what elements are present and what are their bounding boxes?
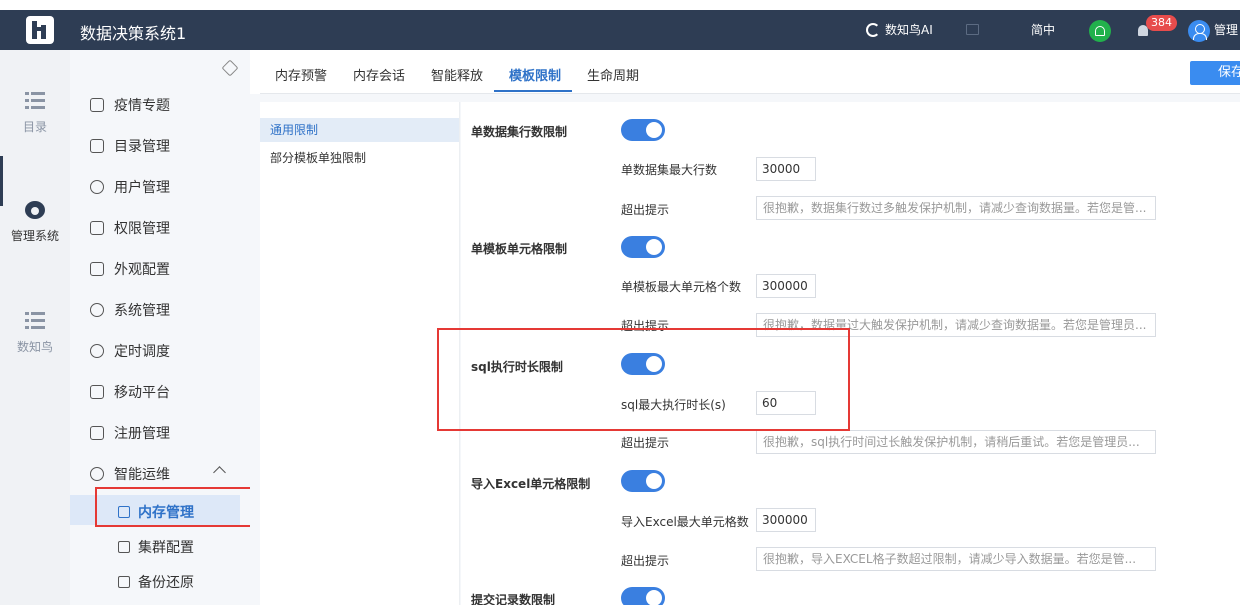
sub-item-label: 备份还原 <box>138 575 194 591</box>
section-title-submit-records: 提交记录数限制 <box>471 593 556 605</box>
sidebar-item-label: 智能运维 <box>114 467 170 483</box>
green-bell-icon[interactable] <box>1089 20 1111 42</box>
monitor-icon[interactable] <box>966 24 979 35</box>
highlight-box-sql <box>437 328 850 431</box>
sidebar-item-mobile[interactable]: 移动平台 <box>90 382 170 402</box>
badge-icon <box>90 98 104 112</box>
user-avatar-icon[interactable] <box>1188 20 1210 42</box>
user-icon <box>90 180 104 194</box>
sidebar-item-register[interactable]: 注册管理 <box>90 423 170 443</box>
sidebar-item-catalog[interactable]: 目录管理 <box>90 136 170 156</box>
sidebar-item-appearance[interactable]: 外观配置 <box>90 259 170 279</box>
catalog-icon <box>90 139 104 153</box>
overflow-msg-input-excel[interactable]: 很抱歉，导入EXCEL格子数超过限制，请减少导入数据量。若您是管... <box>756 547 1156 571</box>
sidebar-item-smart-ops[interactable]: 智能运维 <box>90 464 170 484</box>
register-icon <box>90 426 104 440</box>
field-label-overflow-msg: 超出提示 <box>621 436 670 450</box>
sidebar-item-label: 注册管理 <box>114 426 170 442</box>
toggle-dataset-rows[interactable] <box>621 119 665 141</box>
sub-item-cluster[interactable]: 集群配置 <box>118 537 194 557</box>
app-logo-icon[interactable] <box>26 16 54 44</box>
field-label-max-cells: 单模板最大单元格个数 <box>621 280 742 294</box>
field-label-overflow-msg: 超出提示 <box>621 203 670 217</box>
sidebar-item-system[interactable]: 系统管理 <box>90 300 170 320</box>
rail-item-shuzhiniao[interactable]: 数知鸟 <box>0 312 70 355</box>
sidebar-item-label: 定时调度 <box>114 344 170 360</box>
field-label-max-rows: 单数据集最大行数 <box>621 163 718 177</box>
max-cells-input[interactable]: 300000 <box>756 274 816 298</box>
toggle-submit-records[interactable] <box>621 587 665 605</box>
rail-item-label: 数知鸟 <box>16 340 53 354</box>
ai-label: 数知鸟AI <box>885 23 933 37</box>
section-title-excel-cells: 导入Excel单元格限制 <box>471 477 591 491</box>
sub-item-backup[interactable]: 备份还原 <box>118 572 194 592</box>
sidebar-item-label: 权限管理 <box>114 221 170 237</box>
rail-item-catalog[interactable]: 目录 <box>0 92 70 135</box>
overflow-msg-input-rows[interactable]: 很抱歉，数据集行数过多触发保护机制，请减少查询数据量。若您是管... <box>756 196 1156 220</box>
lock-icon <box>90 221 104 235</box>
overflow-msg-input-sql[interactable]: 很抱歉，sql执行时间过长触发保护机制，请稍后重试。若您是管理员... <box>756 430 1156 454</box>
backup-icon <box>118 576 130 588</box>
list-icon <box>25 92 45 110</box>
toggle-excel-cells[interactable] <box>621 470 665 492</box>
top-header: 数据决策系统1 数知鸟AI 简中 384 管理 <box>0 10 1240 50</box>
tab-lifecycle[interactable]: 生命周期 <box>587 65 639 84</box>
rail-item-label: 目录 <box>22 120 47 134</box>
brush-icon <box>90 262 104 276</box>
sidebar-item-permissions[interactable]: 权限管理 <box>90 218 170 238</box>
sidebar-item-label: 疫情专题 <box>114 98 170 114</box>
cluster-icon <box>118 541 130 553</box>
subnav-template-limit[interactable]: 部分模板单独限制 <box>260 146 459 170</box>
save-button[interactable]: 保存 <box>1190 61 1240 85</box>
subnav-general-limit[interactable]: 通用限制 <box>260 118 459 142</box>
toggle-template-cells[interactable] <box>621 236 665 258</box>
rail-active-indicator <box>0 156 3 206</box>
sub-item-label: 集群配置 <box>138 540 194 556</box>
ai-bird-icon <box>866 22 880 37</box>
rail-item-management[interactable]: 管理系统 <box>0 201 70 244</box>
timer-icon <box>90 344 104 358</box>
sidebar-item-epidemic[interactable]: 疫情专题 <box>90 95 170 115</box>
section-title-dataset-rows: 单数据集行数限制 <box>471 125 568 139</box>
settings-icon <box>90 303 104 317</box>
tab-smart-release[interactable]: 智能释放 <box>431 65 483 84</box>
sidebar-item-label: 移动平台 <box>114 385 170 401</box>
sub-navigation: 通用限制 部分模板单独限制 <box>260 102 460 605</box>
sidebar-item-scheduler[interactable]: 定时调度 <box>90 341 170 361</box>
active-tab-indicator <box>494 90 572 92</box>
ai-entry[interactable]: 数知鸟AI <box>866 21 933 38</box>
mobile-icon <box>90 385 104 399</box>
user-name[interactable]: 管理 <box>1214 21 1238 38</box>
tab-memory-session[interactable]: 内存会话 <box>353 65 405 84</box>
tab-memory-warning[interactable]: 内存预警 <box>275 65 327 84</box>
sidebar-item-label: 用户管理 <box>114 180 170 196</box>
sidebar-item-users[interactable]: 用户管理 <box>90 177 170 197</box>
app-title: 数据决策系统1 <box>80 24 187 43</box>
field-label-overflow-msg: 超出提示 <box>621 554 670 568</box>
ops-icon <box>90 467 104 481</box>
rail-item-label: 管理系统 <box>10 229 59 243</box>
sidebar-item-label: 目录管理 <box>114 139 170 155</box>
sidebar-item-label: 系统管理 <box>114 303 170 319</box>
gear-icon <box>25 201 45 219</box>
field-label-excel-max-cells: 导入Excel最大单元格数 <box>621 515 749 529</box>
notification-count-badge: 384 <box>1146 15 1177 31</box>
browser-bookmark-strip <box>0 0 1240 10</box>
tab-bar <box>260 50 1240 94</box>
max-rows-input[interactable]: 30000 <box>756 157 816 181</box>
sidebar-item-label: 外观配置 <box>114 262 170 278</box>
section-title-template-cells: 单模板单元格限制 <box>471 242 568 256</box>
tab-template-limit[interactable]: 模板限制 <box>509 65 561 84</box>
language-switch[interactable]: 简中 <box>1031 21 1055 38</box>
excel-max-cells-input[interactable]: 300000 <box>756 508 816 532</box>
list-icon <box>25 312 45 330</box>
